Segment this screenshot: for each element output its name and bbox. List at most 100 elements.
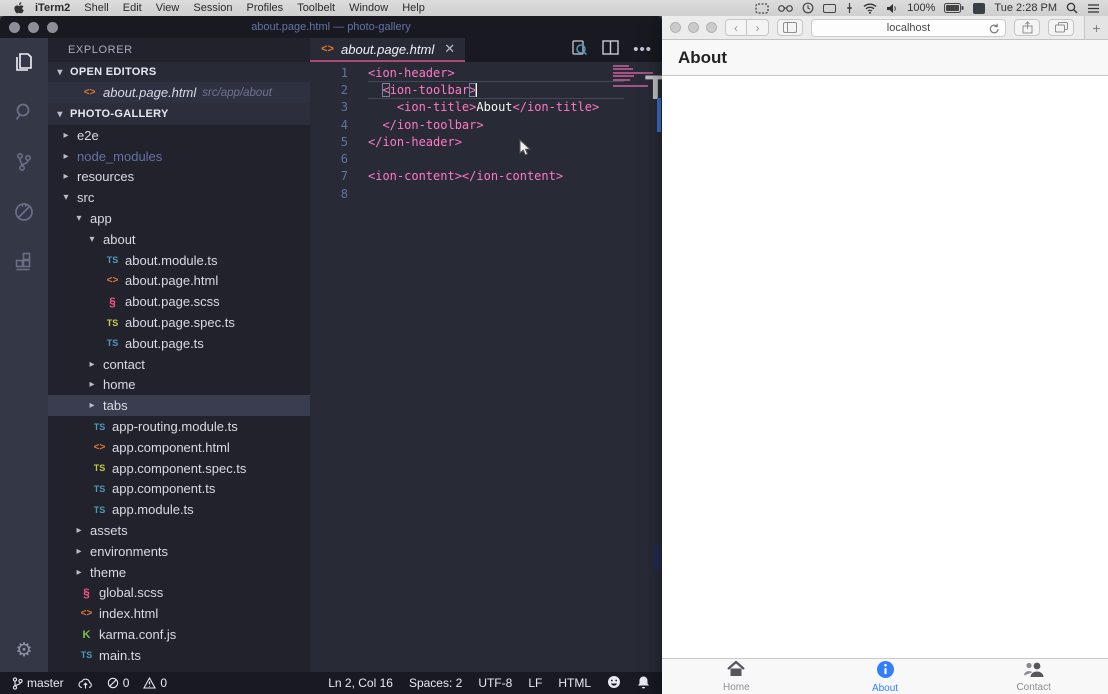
tree-item-karma.conf.js[interactable]: Kkarma.conf.js [48,624,310,645]
extensions-icon[interactable] [12,250,36,274]
new-tab-button[interactable]: + [1084,16,1108,39]
menu-profiles[interactable]: Profiles [247,2,284,14]
tree-item-home[interactable]: ▸home [48,375,310,396]
settings-gear-icon[interactable]: ⚙ [0,639,48,662]
code-line-7[interactable]: 7<ion-content></ion-content> [310,168,662,185]
code-line-2[interactable]: 2 <ion-toolbar> [310,81,662,98]
close-window-button[interactable] [670,22,681,33]
menu-shell[interactable]: Shell [84,2,108,14]
screen-record-icon[interactable] [755,3,769,14]
battery-icon[interactable] [944,3,964,13]
tree-item-node_modules[interactable]: ▸node_modules [48,146,310,167]
git-branch-status[interactable]: master [12,676,64,690]
code-line-5[interactable]: 5</ion-header> [310,133,662,150]
project-section-header[interactable]: ▾ PHOTO-GALLERY [48,103,310,125]
tree-item-about.page.spec.ts[interactable]: TSabout.page.spec.ts [48,312,310,333]
tree-item-e2e[interactable]: ▸e2e [48,125,310,146]
tab-overview-button[interactable] [1048,19,1074,36]
indentation-setting[interactable]: Spaces: 2 [409,676,462,690]
tree-item-theme[interactable]: ▸theme [48,562,310,583]
vscode-titlebar[interactable]: about.page.html — photo-gallery [0,16,662,38]
warning-count[interactable]: 0 [143,676,167,690]
tree-item-about.page.scss[interactable]: §about.page.scss [48,291,310,312]
open-preview-icon[interactable] [570,39,588,62]
code-editor[interactable]: 1<ion-header>2 <ion-toolbar>3 <ion-title… [310,62,662,672]
back-button[interactable]: ‹ [725,19,747,36]
wifi-icon[interactable] [863,3,877,14]
menubar-clock[interactable]: Tue 2:28 PM [994,2,1057,14]
source-control-icon[interactable] [12,150,36,174]
feedback-smiley-icon[interactable] [607,675,621,692]
forward-button[interactable]: › [747,19,769,36]
tree-item-global.scss[interactable]: §global.scss [48,583,310,604]
encoding-setting[interactable]: UTF-8 [478,676,512,690]
tree-item-tabs[interactable]: ▸tabs [48,395,310,416]
menu-extra-app-icon[interactable] [973,3,985,14]
code-line-1[interactable]: 1<ion-header> [310,64,662,81]
tree-item-app.component.spec.ts[interactable]: TSapp.component.spec.ts [48,458,310,479]
code-line-3[interactable]: 3 <ion-title>About</ion-title> [310,99,662,116]
open-editor-item[interactable]: <> about.page.html src/app/about [48,82,310,103]
code-line-6[interactable]: 6 [310,150,662,167]
notifications-bell-icon[interactable] [637,675,650,692]
tree-item-app.component.ts[interactable]: TSapp.component.ts [48,479,310,500]
keyboard-brightness-icon[interactable] [845,2,854,14]
open-editors-header[interactable]: ▾ OPEN EDITORS [48,62,310,82]
tree-item-resources[interactable]: ▸resources [48,167,310,188]
menu-view[interactable]: View [156,2,180,14]
tab-home[interactable]: Home [662,659,811,694]
spotlight-icon[interactable] [1066,2,1078,14]
code-line-4[interactable]: 4 </ion-toolbar> [310,116,662,133]
sync-status[interactable] [78,677,93,690]
safari-traffic-lights[interactable] [670,22,717,33]
volume-icon[interactable] [886,3,898,14]
spectacles-icon[interactable] [778,4,793,13]
explorer-icon[interactable] [12,50,36,74]
close-tab-icon[interactable]: ✕ [444,41,455,57]
search-icon[interactable] [12,100,36,124]
tree-item-app[interactable]: ▾app [48,208,310,229]
tab-about-page-html[interactable]: <> about.page.html ✕ [310,38,465,62]
error-count[interactable]: 0 [107,676,130,690]
menu-session[interactable]: Session [193,2,232,14]
menu-help[interactable]: Help [402,2,425,14]
tree-item-assets[interactable]: ▸assets [48,520,310,541]
tree-item-src[interactable]: ▾src [48,187,310,208]
tree-item-app-routing.module.ts[interactable]: TSapp-routing.module.ts [48,416,310,437]
tree-item-about.page.ts[interactable]: TSabout.page.ts [48,333,310,354]
notification-center-icon[interactable] [1087,3,1100,14]
tree-item-app.component.html[interactable]: <>app.component.html [48,437,310,458]
eol-setting[interactable]: LF [528,676,542,690]
tab-about[interactable]: About [811,659,960,694]
split-editor-icon[interactable] [602,40,619,60]
language-mode[interactable]: HTML [558,676,591,690]
menu-window[interactable]: Window [349,2,388,14]
menu-edit[interactable]: Edit [123,2,142,14]
address-bar[interactable]: localhost [811,19,1006,37]
file-icon-scss: § [79,586,94,600]
tree-item-about.page.html[interactable]: <>about.page.html [48,271,310,292]
display-mirroring-icon[interactable] [823,4,836,13]
sidebar-toggle-button[interactable] [777,19,803,36]
debug-icon[interactable] [12,200,36,224]
more-actions-icon[interactable]: ••• [633,45,652,55]
minimize-window-button[interactable] [688,22,699,33]
tree-item-about.module.ts[interactable]: TSabout.module.ts [48,250,310,271]
active-app-name[interactable]: iTerm2 [35,2,70,14]
tab-contact[interactable]: Contact [959,659,1108,694]
cursor-position[interactable]: Ln 2, Col 16 [328,676,393,690]
menu-toolbelt[interactable]: Toolbelt [297,2,335,14]
tree-item-label: about.page.html [125,273,218,288]
tree-item-index.html[interactable]: <>index.html [48,603,310,624]
code-line-8[interactable]: 8 [310,185,662,202]
tree-item-about[interactable]: ▾about [48,229,310,250]
apple-menu-icon[interactable] [14,2,25,15]
timer-icon[interactable] [802,2,814,14]
zoom-window-button[interactable] [706,22,717,33]
tree-item-environments[interactable]: ▸environments [48,541,310,562]
tree-item-app.module.ts[interactable]: TSapp.module.ts [48,499,310,520]
tree-item-main.ts[interactable]: TSmain.ts [48,645,310,666]
reload-icon[interactable] [989,23,1000,35]
share-button[interactable] [1014,19,1040,36]
tree-item-contact[interactable]: ▸contact [48,354,310,375]
